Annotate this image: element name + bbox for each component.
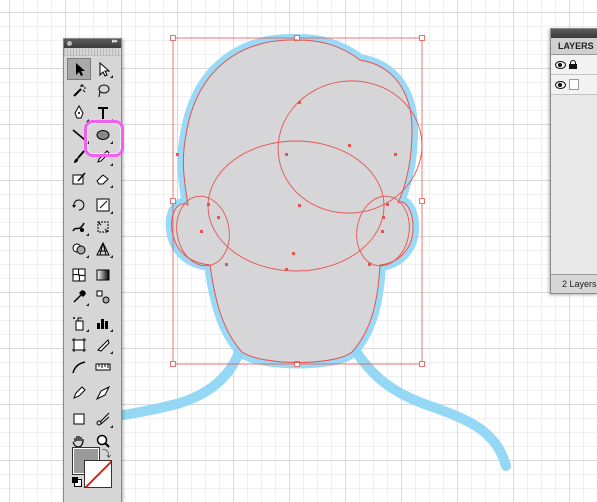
rotate-icon — [72, 199, 85, 211]
lasso-icon — [98, 84, 110, 98]
slice-knife-icon — [97, 339, 110, 352]
pen-nib-icon — [74, 105, 84, 119]
pen-curve-icon — [72, 361, 86, 374]
layer-row[interactable] — [551, 55, 597, 75]
eraser-icon — [96, 174, 109, 185]
swap-colors-icon[interactable]: ⤵ — [102, 447, 111, 460]
magic-wand-tool[interactable] — [67, 80, 91, 102]
layers-panel-titlebar[interactable] — [551, 29, 597, 38]
eyedropper-icon — [73, 290, 86, 303]
shape-builder-icon — [72, 243, 86, 255]
eyedropper-tool[interactable] — [67, 286, 91, 308]
column-graph-tool[interactable] — [91, 312, 115, 334]
width-tool[interactable] — [67, 382, 91, 404]
close-icon[interactable] — [67, 41, 72, 46]
brush-stroke-tool[interactable] — [91, 382, 115, 404]
artboard-tool[interactable] — [67, 334, 91, 356]
ellipse-tool-highlight — [84, 120, 124, 157]
free-transform-tool[interactable] — [91, 216, 115, 238]
shape-builder-tool[interactable] — [67, 238, 91, 260]
scissors-icon — [96, 412, 110, 426]
direct-selection-tool[interactable] — [91, 58, 115, 80]
stroke-color-swatch[interactable] — [84, 460, 112, 488]
lock-icon[interactable] — [569, 60, 577, 69]
lasso-tool[interactable] — [91, 80, 115, 102]
type-t-icon — [98, 107, 108, 119]
perspective-grid-icon — [96, 241, 110, 256]
warp-icon — [72, 222, 85, 232]
lock-toggle-empty-icon[interactable] — [569, 79, 579, 90]
eye-visibility-icon[interactable] — [555, 80, 566, 89]
brush-stroke-icon — [95, 385, 111, 401]
rotate-tool[interactable] — [67, 194, 91, 216]
blend-tool[interactable] — [91, 286, 115, 308]
gradient-icon — [96, 269, 110, 281]
layer-row[interactable] — [551, 75, 597, 95]
mesh-icon — [72, 268, 86, 282]
symbol-sprayer-tool[interactable] — [67, 312, 91, 334]
fill-stroke-swatches: ⤵ — [72, 447, 117, 492]
square-icon — [73, 413, 85, 425]
gradient-tool[interactable] — [91, 264, 115, 286]
pen-icon — [73, 386, 86, 399]
tools-panel-titlebar[interactable]: ▸▸ — [64, 37, 121, 48]
blob-brush-tool[interactable] — [67, 168, 91, 190]
column-graph-icon — [97, 319, 108, 329]
perspective-grid-tool[interactable] — [91, 238, 115, 260]
mesh-tool[interactable] — [67, 264, 91, 286]
scale-tool[interactable] — [91, 194, 115, 216]
artboard-icon — [72, 338, 86, 352]
selection-tool[interactable] — [67, 58, 91, 80]
blend-icon — [96, 290, 110, 304]
slice-tool[interactable] — [91, 334, 115, 356]
layers-panel: LAYERS 2 Layers — [550, 28, 597, 294]
eraser-tool[interactable] — [91, 168, 115, 190]
collapse-panel-icon[interactable]: ▸▸ — [112, 37, 118, 45]
magic-wand-icon — [73, 84, 86, 97]
direct-selection-arrow-icon — [99, 61, 111, 77]
selection-arrow-icon — [76, 63, 85, 76]
rectangle-frame-tool[interactable] — [67, 408, 91, 430]
sketch-shoulder-left — [113, 345, 245, 421]
ruler-icon — [95, 363, 111, 371]
scale-icon — [96, 198, 110, 212]
scissors-tool[interactable] — [91, 408, 115, 430]
warp-tool[interactable] — [67, 216, 91, 238]
ruler-tool[interactable] — [91, 356, 115, 378]
layers-tab[interactable]: LAYERS — [551, 38, 597, 55]
tools-panel: ▸▸ ⤵ — [63, 38, 122, 502]
eye-visibility-icon[interactable] — [555, 60, 566, 69]
panel-grip[interactable] — [64, 48, 121, 56]
default-colors-icon[interactable] — [72, 477, 82, 487]
free-transform-icon — [97, 221, 109, 233]
sketch-shoulder-right — [350, 345, 511, 471]
eraser-path-tool[interactable] — [67, 356, 91, 378]
symbol-sprayer-icon — [73, 317, 84, 331]
layers-count-label: 2 Layers — [551, 274, 597, 293]
blob-brush-icon — [72, 172, 86, 185]
